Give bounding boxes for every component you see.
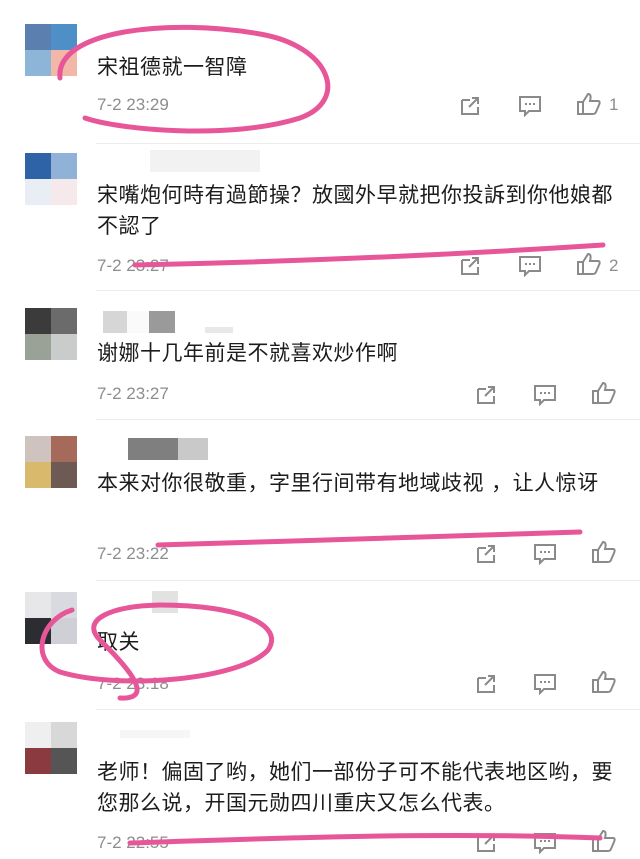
reply-button[interactable]: [530, 670, 560, 698]
comment-text: 谢娜十几年前是不就喜欢炒作啊: [97, 341, 398, 365]
like-button[interactable]: [589, 538, 619, 566]
divider: [96, 419, 640, 420]
reply-icon: [534, 674, 556, 695]
avatar[interactable]: [25, 592, 77, 644]
comment-timestamp: 7-2 23:22: [97, 544, 169, 563]
share-button[interactable]: [471, 670, 501, 698]
divider: [96, 580, 640, 581]
comment-timestamp: 7-2 23:27: [97, 256, 169, 275]
share-icon: [461, 97, 479, 115]
reply-icon: [534, 385, 556, 406]
like-button[interactable]: [574, 250, 604, 278]
divider: [96, 143, 640, 144]
reply-button[interactable]: [515, 252, 545, 280]
thumbs-up-icon: [577, 92, 601, 115]
comment-text: 宋祖德就一智障: [97, 55, 248, 79]
share-button[interactable]: [471, 381, 501, 409]
share-button[interactable]: [455, 252, 485, 280]
thumbs-up-icon: [592, 670, 616, 693]
like-count: 2: [609, 256, 619, 275]
avatar[interactable]: [25, 24, 77, 76]
thumbs-up-icon: [592, 381, 616, 404]
thumbs-up-icon: [577, 252, 601, 275]
thumbs-up-icon: [592, 829, 616, 852]
comment-timestamp: 7-2 23:29: [97, 95, 169, 114]
username-placeholder[interactable]: [128, 438, 208, 462]
like-button[interactable]: [589, 668, 619, 696]
like-button[interactable]: [574, 90, 604, 118]
share-button[interactable]: [455, 92, 485, 120]
share-icon: [477, 675, 495, 693]
comment-text: 本来对你很敬重，字里行间带有地域歧视 ，让人惊讶: [97, 471, 599, 495]
comment-text: 老师！偏固了哟，她们一部份子可不能代表地区哟，要您那么说，开国元勋四川重庆又怎么…: [97, 760, 613, 815]
like-button[interactable]: [589, 379, 619, 407]
comment-timestamp: 7-2 23:27: [97, 384, 169, 403]
divider: [96, 290, 640, 291]
username-placeholder[interactable]: [120, 730, 190, 754]
avatar[interactable]: [25, 436, 77, 488]
reply-icon: [519, 256, 541, 277]
reply-icon: [519, 96, 541, 117]
username-placeholder[interactable]: [103, 311, 233, 335]
comment-timestamp: 7-2 22:55: [97, 833, 169, 852]
reply-icon: [534, 833, 556, 854]
reply-button[interactable]: [515, 92, 545, 120]
avatar[interactable]: [25, 308, 77, 360]
like-count: 1: [609, 95, 619, 114]
like-button[interactable]: [589, 827, 619, 855]
reply-icon: [534, 544, 556, 565]
share-button[interactable]: [471, 540, 501, 568]
thumbs-up-icon: [592, 540, 616, 563]
avatar[interactable]: [25, 153, 77, 205]
divider: [96, 709, 640, 710]
username-placeholder[interactable]: [152, 591, 178, 615]
share-icon: [477, 386, 495, 404]
comment-text: 宋嘴炮何時有過節操？放國外早就把你投訴到你他娘都不認了: [97, 183, 613, 238]
comment-text: 取关: [97, 630, 140, 654]
reply-button[interactable]: [530, 829, 560, 857]
share-icon: [461, 257, 479, 275]
share-button[interactable]: [471, 829, 501, 857]
highlight-annotations: [39, 24, 606, 846]
underline-annotation: [155, 529, 583, 548]
username-placeholder[interactable]: [150, 150, 260, 174]
reply-button[interactable]: [530, 381, 560, 409]
share-icon: [477, 545, 495, 563]
reply-button[interactable]: [530, 540, 560, 568]
comment-timestamp: 7-2 23:18: [97, 674, 169, 693]
avatar[interactable]: [25, 722, 77, 774]
share-icon: [477, 834, 495, 852]
